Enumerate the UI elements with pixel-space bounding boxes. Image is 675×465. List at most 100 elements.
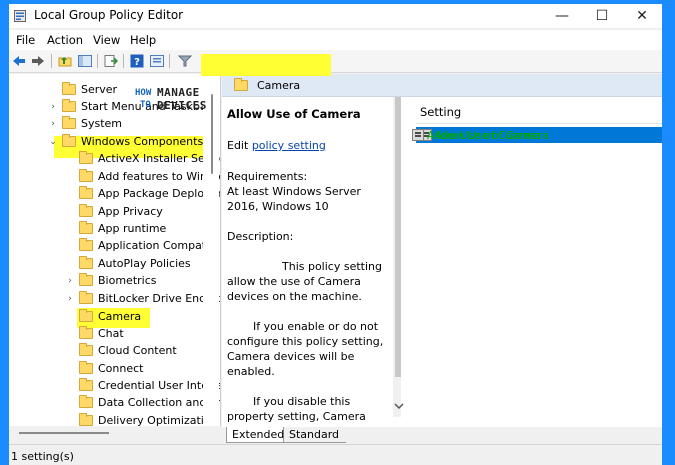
tree-item[interactable]: › System xyxy=(48,115,122,132)
description-scrollbar-thumb[interactable] xyxy=(395,97,401,377)
folder-icon xyxy=(79,361,93,374)
forward-arrow-icon[interactable] xyxy=(30,53,46,69)
folder-icon xyxy=(79,378,93,391)
tab-standard[interactable]: Standard xyxy=(284,427,346,443)
status-text: 1 setting(s) xyxy=(11,450,74,463)
scroll-down-icon[interactable] xyxy=(393,401,405,411)
tree-item[interactable]: Delivery Optimization xyxy=(65,412,218,426)
export-list-icon[interactable] xyxy=(103,53,119,69)
setting-label: Allow Use of Camera xyxy=(427,128,542,142)
folder-icon xyxy=(79,291,93,304)
folder-icon xyxy=(62,134,76,147)
chevron-right-icon[interactable]: › xyxy=(48,119,58,129)
help-icon[interactable]: ? xyxy=(129,53,145,69)
minimize-button[interactable]: — xyxy=(542,4,582,28)
menu-bar: File Action View Help xyxy=(9,30,662,50)
description-scrollbar[interactable] xyxy=(393,97,401,417)
setting-row-overlay[interactable]: Allow Use of Camera xyxy=(408,127,654,143)
menu-view[interactable]: View xyxy=(93,33,120,47)
menu-action[interactable]: Action xyxy=(47,33,83,47)
tree-item[interactable]: App runtime xyxy=(65,220,166,237)
maximize-button[interactable]: ☐ xyxy=(582,4,622,28)
chevron-right-icon[interactable]: › xyxy=(65,294,75,304)
folder-icon xyxy=(62,99,76,112)
folder-icon xyxy=(79,256,93,269)
tree-item[interactable]: Cloud Content xyxy=(65,342,177,359)
description-paragraph: If you disable this property setting, Ca… xyxy=(227,395,366,427)
tree-item[interactable]: App Package Deployment xyxy=(65,185,220,202)
folder-icon xyxy=(62,82,76,95)
toolbar: ? xyxy=(9,50,662,73)
description-panel: Allow Use of Camera Edit policy setting … xyxy=(222,97,401,427)
folder-icon xyxy=(79,326,93,339)
description-label: Description: xyxy=(227,230,294,243)
folder-icon xyxy=(79,309,93,322)
filter-icon[interactable] xyxy=(177,53,193,69)
svg-text:?: ? xyxy=(134,57,140,68)
edit-line: Edit policy setting xyxy=(227,139,326,152)
tab-extended[interactable]: Extended xyxy=(226,427,284,443)
folder-icon xyxy=(79,221,93,234)
settings-list[interactable]: Setting Allow Use of Camera xyxy=(408,97,662,414)
tree-item[interactable]: Data Collection and Preview Builds xyxy=(65,394,220,411)
category-title: Camera xyxy=(257,78,301,92)
tree-horizontal-scrollbar[interactable] xyxy=(19,432,109,434)
tree-item[interactable]: Add features to Windows xyxy=(65,168,220,185)
tree-item[interactable]: Server xyxy=(48,81,117,98)
tree-pane[interactable]: Server › Start Menu and Taskbar › System ⌄… xyxy=(9,74,221,426)
category-header: Camera xyxy=(222,74,662,97)
show-hide-tree-icon[interactable] xyxy=(77,53,93,69)
requirements-text: Requirements: At least Windows Server 20… xyxy=(227,170,361,213)
policy-title: Allow Use of Camera xyxy=(227,107,361,121)
window-title: Local Group Policy Editor xyxy=(34,8,184,22)
folder-icon xyxy=(79,238,93,251)
tree-item-camera[interactable]: Camera xyxy=(65,308,141,325)
folder-icon xyxy=(79,186,93,199)
status-bar: 1 setting(s) xyxy=(9,444,662,465)
folder-icon xyxy=(79,413,93,426)
tree-item[interactable]: Application Compatibility xyxy=(65,237,220,254)
tree-item[interactable]: Chat xyxy=(65,325,124,342)
tree-item-windows-components[interactable]: ⌄ Windows Components xyxy=(48,133,203,150)
folder-icon xyxy=(79,343,93,356)
chevron-down-icon[interactable]: ⌄ xyxy=(48,137,58,147)
policy-editor-icon xyxy=(14,10,26,22)
menu-help[interactable]: Help xyxy=(130,33,156,47)
tree-item[interactable]: App Privacy xyxy=(65,203,163,220)
policy-setting-icon xyxy=(412,129,424,141)
title-bar: Local Group Policy Editor — ☐ ✕ xyxy=(9,4,662,28)
toolbar-separator xyxy=(169,54,170,68)
setting-column-header[interactable]: Setting xyxy=(420,105,461,119)
chevron-right-icon[interactable]: › xyxy=(48,102,58,112)
tree-item[interactable]: ›BitLocker Drive Encryption xyxy=(65,290,220,307)
tree-item[interactable]: Connect xyxy=(65,360,143,377)
column-divider xyxy=(416,123,662,124)
app-window: Local Group Policy Editor — ☐ ✕ File Act… xyxy=(9,4,662,465)
folder-icon xyxy=(79,273,93,286)
description-body: Requirements: At least Windows Server 20… xyxy=(227,169,385,427)
back-arrow-icon[interactable] xyxy=(11,53,27,69)
folder-icon xyxy=(79,395,93,408)
toolbar-separator xyxy=(51,54,52,68)
watermark-logo: HOW TO MANAGE DEVICES xyxy=(135,86,207,112)
tree-item[interactable]: › Biometrics xyxy=(65,272,157,289)
tree-item[interactable]: ActiveX Installer Service xyxy=(65,150,220,167)
folder-icon xyxy=(79,169,93,182)
highlight-marker xyxy=(201,54,331,76)
tree-item[interactable]: AutoPlay Policies xyxy=(65,255,191,272)
folder-icon xyxy=(79,151,93,164)
tree-scrollbar[interactable] xyxy=(203,74,219,426)
close-button[interactable]: ✕ xyxy=(622,4,662,28)
toolbar-separator xyxy=(123,54,124,68)
properties-icon[interactable] xyxy=(149,53,165,69)
toolbar-separator xyxy=(97,54,98,68)
up-folder-icon[interactable] xyxy=(57,53,73,69)
description-paragraph: This policy setting allow the use of Cam… xyxy=(227,260,382,303)
menu-file[interactable]: File xyxy=(16,33,35,47)
folder-icon xyxy=(79,204,93,217)
edit-policy-setting-link[interactable]: policy setting xyxy=(252,139,326,152)
description-paragraph: If you enable or do not configure this p… xyxy=(227,320,384,378)
folder-icon xyxy=(62,116,76,129)
tree-item[interactable]: Credential User Interface xyxy=(65,377,220,394)
chevron-right-icon[interactable]: › xyxy=(65,276,75,286)
